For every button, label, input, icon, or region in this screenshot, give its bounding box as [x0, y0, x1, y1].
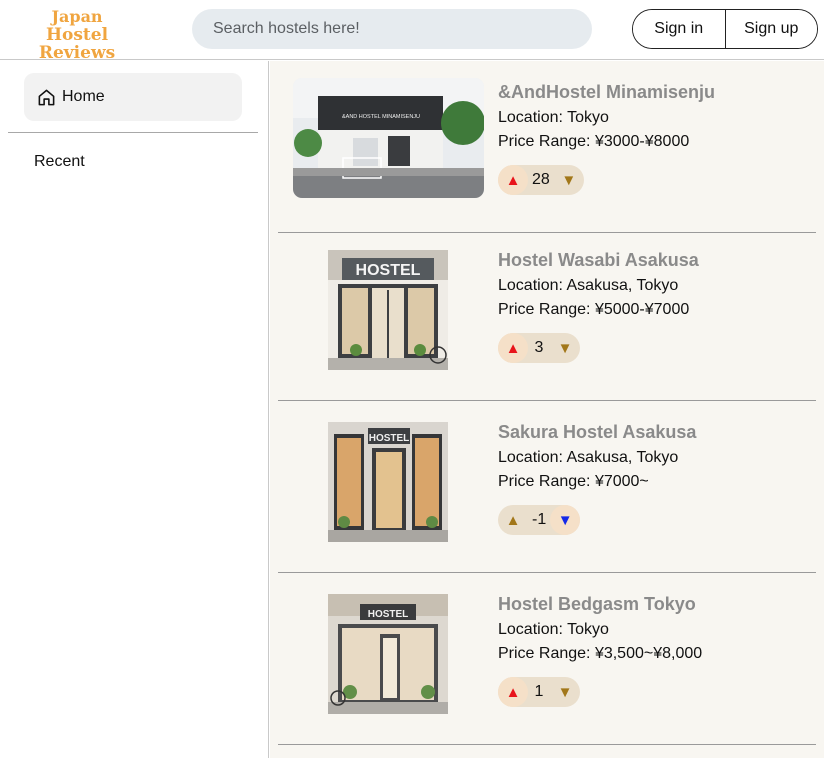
vote-control: ▲ 1 ▼	[498, 677, 580, 707]
hostel-price: Price Range: ¥3,500~¥8,000	[498, 645, 703, 662]
vote-count: -1	[532, 511, 547, 528]
hostel-info: Sakura Hostel Asakusa Location: Asakusa,…	[498, 421, 816, 535]
upvote-icon[interactable]: ▲	[498, 505, 528, 535]
vote-count: 3	[534, 339, 544, 356]
hostel-name[interactable]: Sakura Hostel Asakusa	[498, 421, 816, 443]
sidebar: Home Recent	[0, 61, 269, 758]
logo-line-2: Hostel Reviews	[38, 25, 116, 63]
photo-sign-text: HOSTEL	[368, 609, 409, 620]
sidebar-item-home[interactable]: Home	[24, 73, 242, 121]
auth-button-group: Sign in Sign up	[632, 9, 818, 49]
sidebar-item-recent[interactable]: Recent	[34, 153, 85, 171]
sign-up-button[interactable]: Sign up	[725, 10, 817, 48]
logo-line-1: Japan	[51, 7, 103, 26]
vote-control: ▲ 28 ▼	[498, 165, 584, 195]
hostel-info: &AndHostel Minamisenju Location: Tokyo P…	[498, 81, 816, 195]
downvote-icon[interactable]: ▼	[550, 677, 580, 707]
hostel-price: Price Range: ¥3000-¥8000	[498, 133, 690, 150]
hostel-location: Location: Tokyo	[498, 109, 609, 126]
hostel-photo[interactable]: HOSTEL	[328, 422, 448, 542]
hostel-photo-image: HOSTEL	[328, 422, 448, 542]
vote-control: ▲ -1 ▼	[498, 505, 581, 535]
search-input[interactable]	[192, 9, 592, 49]
hostel-photo[interactable]: &AND HOSTEL MINAMISENJU	[293, 78, 484, 198]
hostel-info: Hostel Bedgasm Tokyo Location: Tokyo Pri…	[498, 593, 816, 707]
hostel-photo[interactable]: HOSTEL	[328, 594, 448, 714]
hostel-price: Price Range: ¥5000-¥7000	[498, 301, 690, 318]
vote-count: 1	[534, 683, 544, 700]
hostel-card: HOSTEL Hostel Wasabi Asakusa Location: A…	[278, 229, 816, 401]
home-icon	[38, 89, 55, 105]
hostel-photo-image: HOSTEL	[328, 250, 448, 370]
sidebar-item-label: Home	[62, 88, 105, 105]
hostel-info: Hostel Wasabi Asakusa Location: Asakusa,…	[498, 249, 816, 363]
sidebar-divider	[8, 132, 258, 133]
hostel-name[interactable]: Hostel Bedgasm Tokyo	[498, 593, 816, 615]
top-header: Japan Hostel Reviews Sign in Sign up	[0, 0, 824, 63]
hostel-card: &AND HOSTEL MINAMISENJU &AndHostel Minam…	[278, 61, 816, 233]
upvote-icon[interactable]: ▲	[498, 677, 528, 707]
hostel-location: Location: Tokyo	[498, 621, 609, 638]
hostel-card: HOSTEL Hostel Bedgasm Tokyo Location: To…	[278, 573, 816, 745]
vote-count: 28	[532, 171, 550, 188]
sign-in-button[interactable]: Sign in	[633, 10, 726, 48]
hostel-photo[interactable]: HOSTEL	[328, 250, 448, 370]
hostel-photo-image: HOSTEL	[328, 594, 448, 714]
downvote-icon[interactable]: ▼	[550, 505, 581, 535]
vote-control: ▲ 3 ▼	[498, 333, 580, 363]
hostel-price: Price Range: ¥7000~	[498, 473, 649, 490]
hostel-name[interactable]: &AndHostel Minamisenju	[498, 81, 816, 103]
hostel-list: &AND HOSTEL MINAMISENJU &AndHostel Minam…	[270, 61, 824, 758]
photo-sign-text: HOSTEL	[356, 262, 421, 279]
photo-sign-text: &AND HOSTEL MINAMISENJU	[342, 114, 420, 120]
upvote-icon[interactable]: ▲	[498, 333, 528, 363]
photo-sign-text: HOSTEL	[369, 433, 410, 444]
hostel-card: HOSTEL Sakura Hostel Asakusa Location: A…	[278, 401, 816, 573]
hostel-name[interactable]: Hostel Wasabi Asakusa	[498, 249, 816, 271]
hostel-location: Location: Asakusa, Tokyo	[498, 277, 679, 294]
downvote-icon[interactable]: ▼	[550, 333, 580, 363]
hostel-photo-image: &AND HOSTEL MINAMISENJU	[293, 78, 484, 198]
site-logo[interactable]: Japan Hostel Reviews	[12, 7, 142, 63]
hostel-location: Location: Asakusa, Tokyo	[498, 449, 679, 466]
downvote-icon[interactable]: ▼	[554, 165, 584, 195]
upvote-icon[interactable]: ▲	[498, 165, 528, 195]
